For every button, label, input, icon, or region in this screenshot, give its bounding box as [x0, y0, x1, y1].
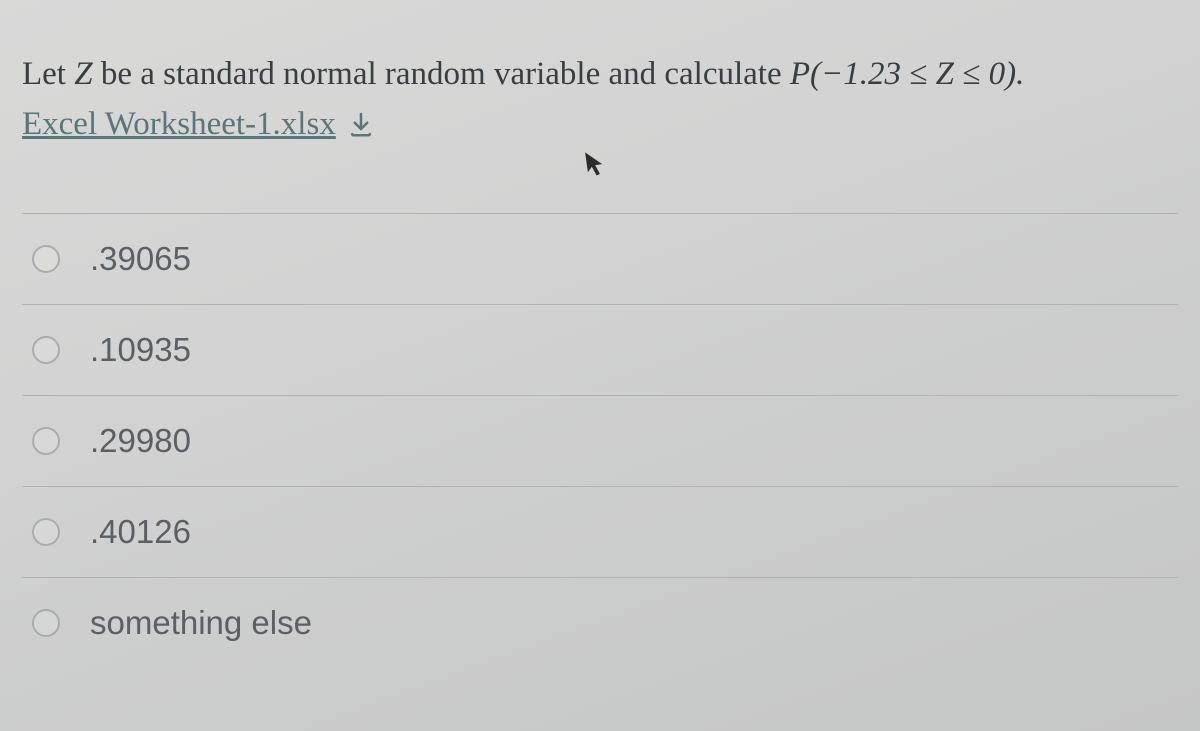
option-3[interactable]: .40126 [22, 487, 1178, 578]
radio-icon [32, 245, 60, 273]
cursor-icon [583, 149, 607, 180]
option-label: something else [90, 604, 312, 642]
option-0[interactable]: .39065 [22, 214, 1178, 305]
option-2[interactable]: .29980 [22, 396, 1178, 487]
radio-icon [32, 427, 60, 455]
question-text: Let Z be a standard normal random variab… [22, 50, 1178, 100]
option-4[interactable]: something else [22, 578, 1178, 668]
attachment-label: Excel Worksheet-1.xlsx [22, 106, 336, 143]
radio-icon [32, 609, 60, 637]
radio-icon [32, 518, 60, 546]
options-list: .39065 .10935 .29980 .40126 something el… [22, 213, 1178, 668]
radio-icon [32, 336, 60, 364]
option-label: .29980 [90, 422, 191, 460]
option-label: .39065 [90, 240, 191, 278]
option-label: .10935 [90, 331, 191, 369]
download-icon [346, 109, 376, 139]
option-1[interactable]: .10935 [22, 305, 1178, 396]
option-label: .40126 [90, 513, 191, 551]
attachment-link[interactable]: Excel Worksheet-1.xlsx [22, 106, 376, 143]
